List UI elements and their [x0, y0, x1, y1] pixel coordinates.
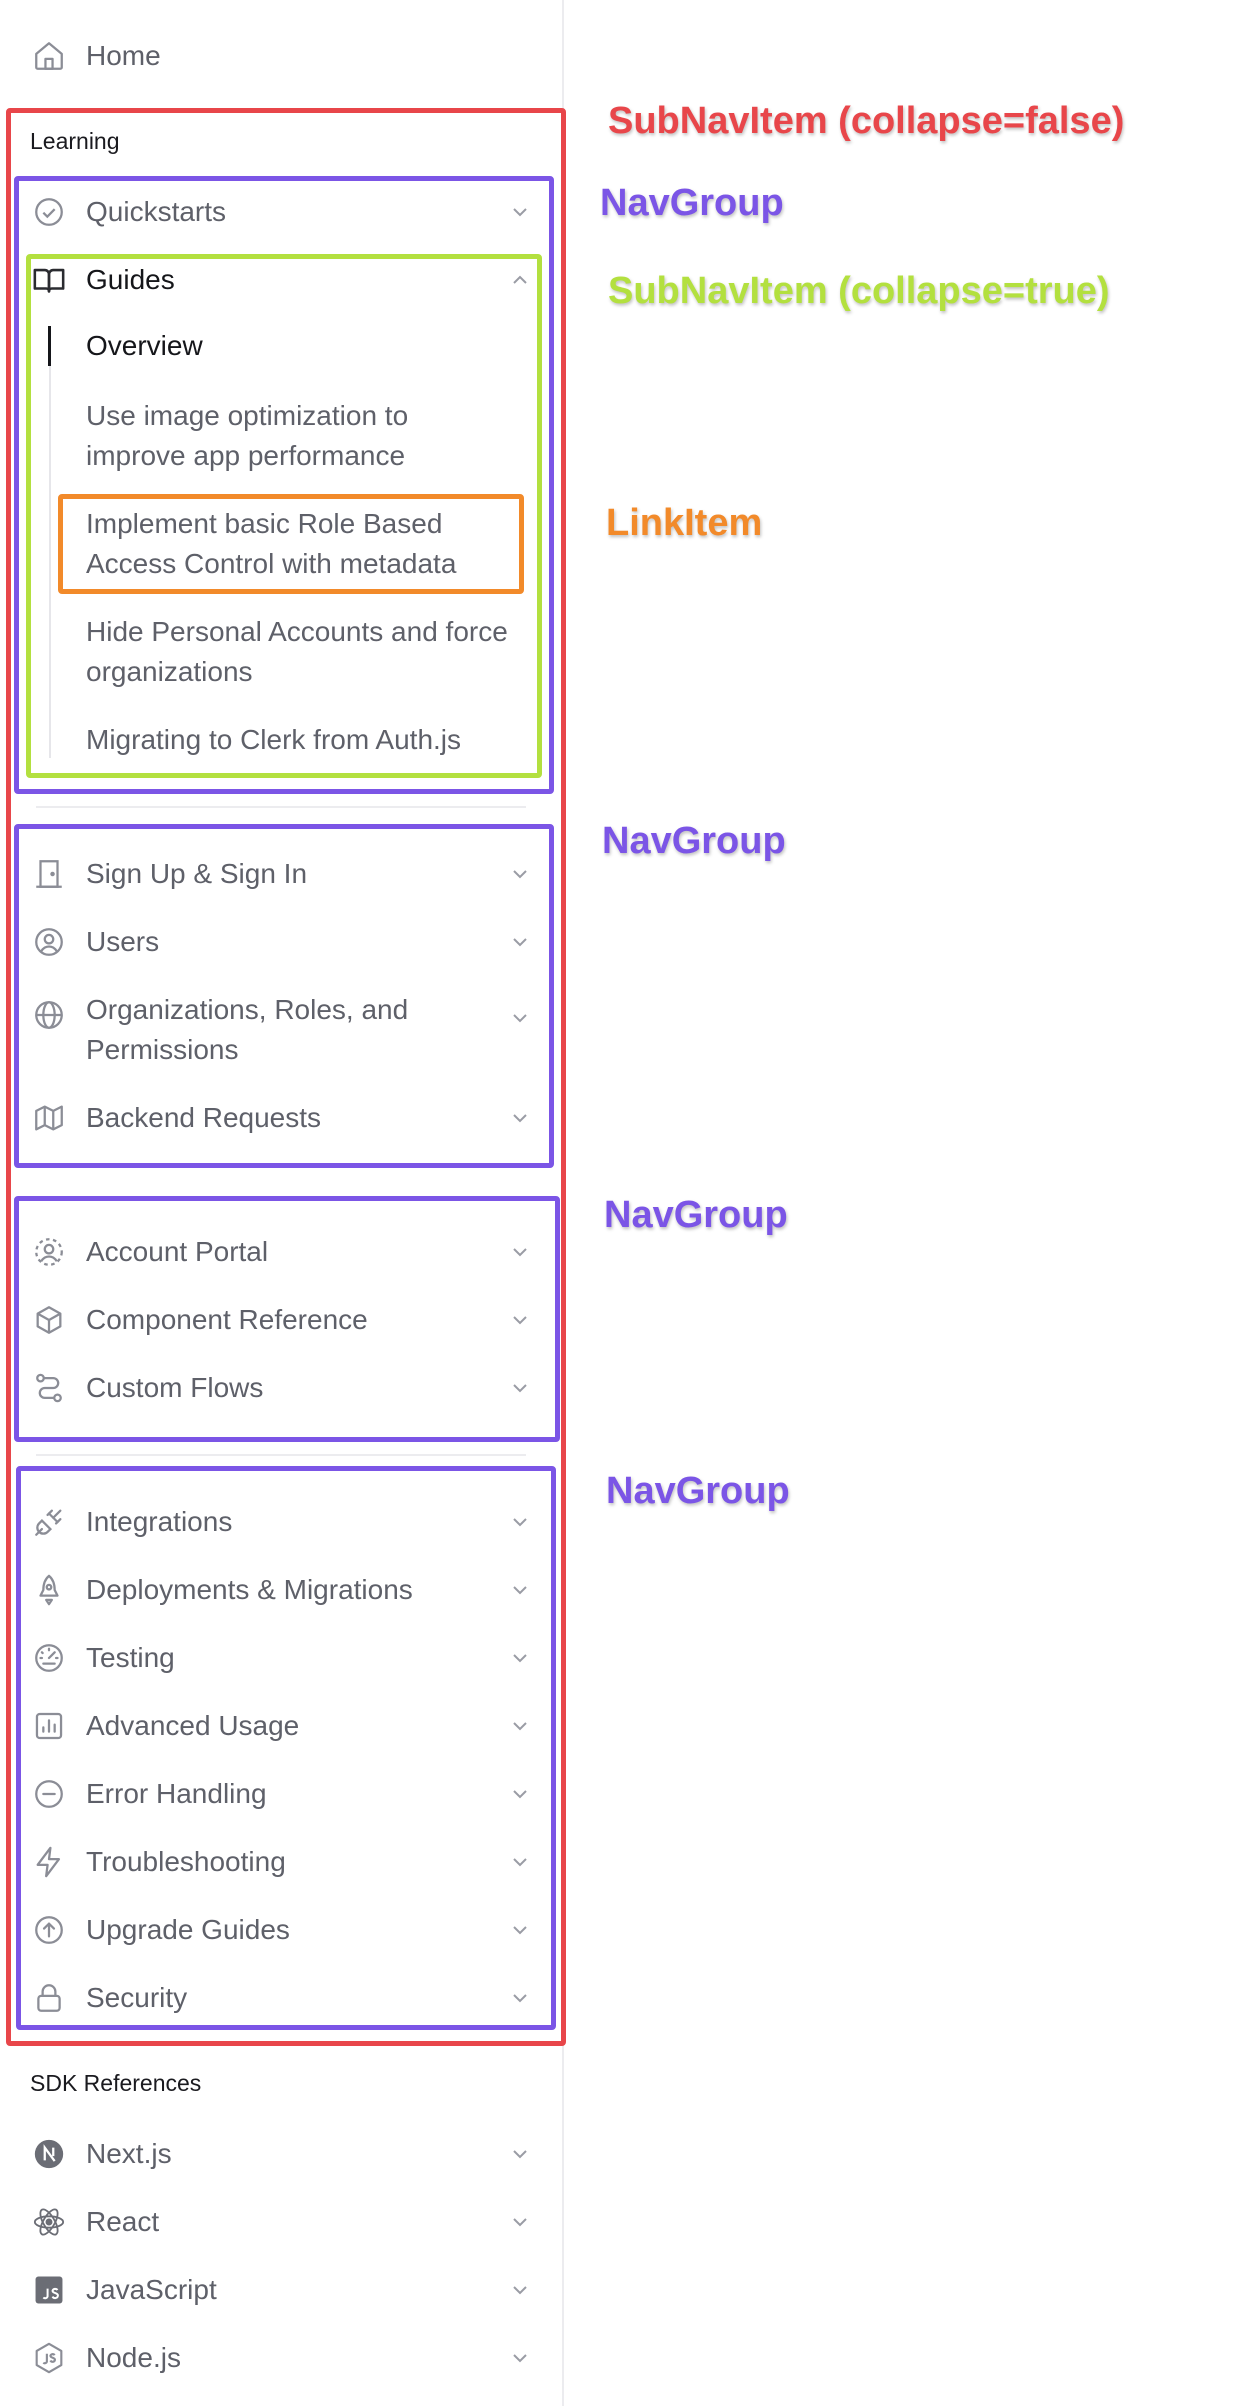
javascript-icon	[32, 2273, 66, 2307]
annotation-box-linkitem	[58, 494, 524, 594]
section-title-sdk-references: SDK References	[30, 2070, 202, 2096]
nav-item-javascript[interactable]: JavaScript	[32, 2262, 532, 2318]
annotation-box-navgroup-4	[16, 1466, 556, 2030]
nav-item-label: Node.js	[86, 2342, 181, 2373]
annotation-label-linkitem: LinkItem	[606, 502, 763, 544]
chevron-down-icon	[513, 2218, 527, 2227]
nav-item-label: JavaScript	[86, 2274, 217, 2305]
chevron-down-icon	[513, 2286, 527, 2295]
nav-item-nextjs[interactable]: Next.js	[32, 2126, 532, 2182]
home-icon	[32, 39, 66, 73]
nav-item-react[interactable]: React	[32, 2194, 532, 2250]
react-icon	[32, 2205, 66, 2239]
chevron-down-icon	[513, 2354, 527, 2363]
annotation-label-navgroup-3: NavGroup	[604, 1194, 788, 1236]
nav-item-label: Home	[86, 40, 161, 71]
nav-item-home[interactable]: Home	[32, 28, 532, 84]
nav-item-label: React	[86, 2206, 160, 2237]
annotation-label-navgroup-1: NavGroup	[600, 182, 784, 224]
nav-item-nodejs[interactable]: Node.js	[32, 2330, 532, 2386]
annotation-label-navgroup-2: NavGroup	[602, 820, 786, 862]
nextjs-icon	[32, 2137, 66, 2171]
annotation-label-navgroup-4: NavGroup	[606, 1470, 790, 1512]
annotation-box-navgroup-3	[14, 1196, 560, 1442]
nodejs-icon	[32, 2341, 66, 2375]
annotation-label-subnav-true: SubNavItem (collapse=true)	[608, 270, 1110, 312]
annotation-box-navgroup-2	[14, 824, 554, 1168]
annotation-label-subnav-false: SubNavItem (collapse=false)	[608, 100, 1125, 142]
chevron-down-icon	[513, 2150, 527, 2159]
nav-item-label: Next.js	[86, 2138, 172, 2169]
